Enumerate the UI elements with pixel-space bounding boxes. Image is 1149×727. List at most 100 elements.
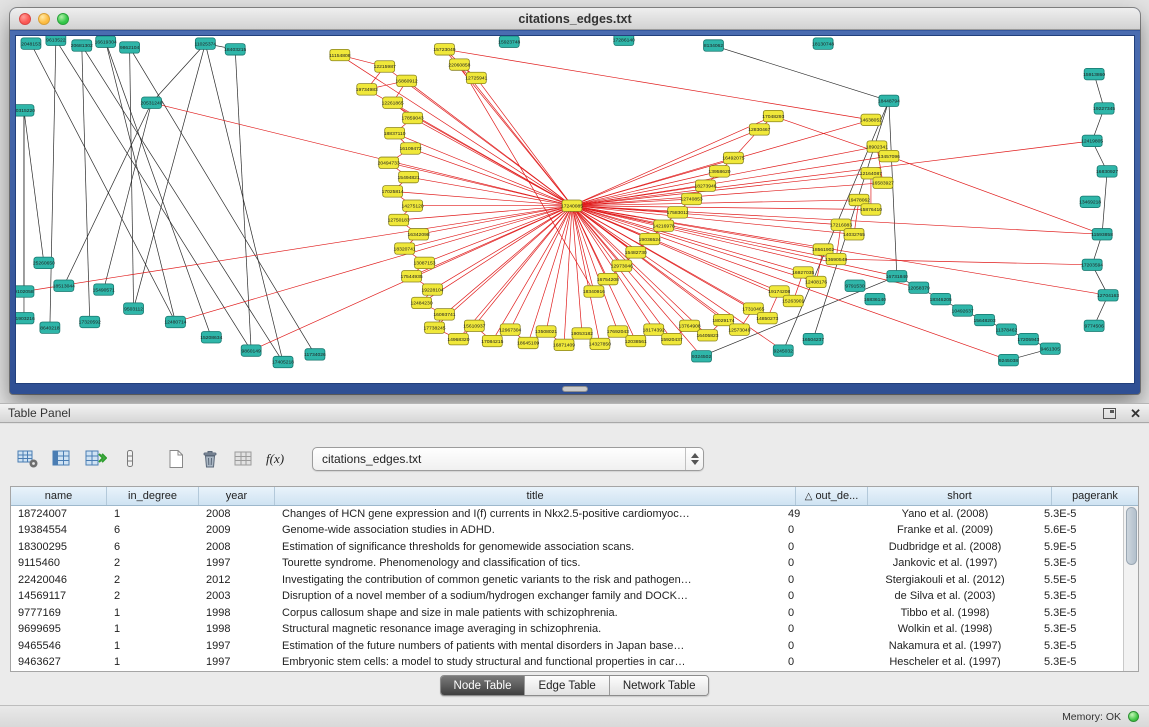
network-node[interactable]: 17240085 [561,200,583,211]
column-header-short[interactable]: short [868,487,1052,505]
network-node[interactable]: 17025814 [382,186,404,197]
scrollbar-thumb[interactable] [1126,507,1137,565]
network-node[interactable]: 12973046 [611,260,633,271]
network-node[interactable]: 19036524 [639,233,661,244]
network-node[interactable]: 14275120 [402,200,424,211]
network-node[interactable]: 16830927 [1096,166,1118,177]
network-node[interactable]: 16871409 [553,339,575,350]
table-row[interactable]: 946554611997Estimation of the future num… [11,638,1123,655]
network-node[interactable]: 18346205 [930,293,952,304]
network-node[interactable]: 12058379 [908,282,930,293]
network-node[interactable]: 20494733 [378,157,400,168]
table-row[interactable]: 1830029562008Estimation of significance … [11,539,1123,556]
network-node[interactable]: 12725941 [465,72,487,83]
network-node[interactable]: 11734026 [304,349,326,360]
network-node[interactable]: 12261865 [382,97,404,108]
add-column-button[interactable] [82,446,110,472]
network-node[interactable]: 17738245 [423,322,445,333]
network-node[interactable]: 15494821 [398,171,420,182]
network-node[interactable]: 17048293 [762,110,784,121]
network-node[interactable]: 17405218 [272,356,294,367]
network-node[interactable]: 17286140 [613,35,635,46]
network-node[interactable]: 17544935 [401,271,423,282]
network-node[interactable]: 16836140 [864,293,886,304]
network-node[interactable]: 12038561 [625,335,647,346]
table-row[interactable]: 911546021997Tourette syndrome. Phenomeno… [11,556,1123,573]
network-node[interactable]: 17692043 [607,326,629,337]
network-node[interactable]: 9613522 [46,35,66,46]
new-document-button[interactable] [162,446,190,472]
network-node[interactable]: 17583012 [667,207,689,218]
table-row[interactable]: 1938455462009Genome-wide association stu… [11,523,1123,540]
network-node[interactable]: 15263901 [782,295,804,306]
network-node[interactable]: 12573049 [728,324,750,335]
network-node[interactable]: 12967304 [499,324,521,335]
close-window-button[interactable] [19,13,31,25]
network-node[interactable]: 16093741 [433,309,455,320]
network-node[interactable]: 15723049 [433,44,455,55]
table-row[interactable]: 2242004622012Investigating the contribut… [11,572,1123,589]
network-node[interactable]: 9774506 [1084,320,1104,331]
network-node[interactable]: 18174392 [643,324,665,335]
network-node[interactable]: 13958620 [708,166,730,177]
network-node[interactable]: 16860912 [396,75,418,86]
window-resize-grip[interactable] [562,386,588,392]
network-node[interactable]: 16109472 [400,143,422,154]
import-table-button[interactable] [230,446,258,472]
network-node[interactable]: 15208634 [200,332,222,343]
network-node[interactable]: 11903216 [15,312,35,323]
table-row[interactable]: 1872400712008Changes of HCN gene express… [11,506,1123,523]
network-canvas[interactable]: 1724008511154808122159871973498316860912… [15,35,1135,384]
tab-edge-table[interactable]: Edge Table [525,676,609,695]
network-node[interactable]: 15913860 [1083,68,1105,79]
network-node[interactable]: 14638052 [860,114,882,125]
network-node[interactable]: 18340916 [583,286,605,297]
network-node[interactable]: 16619304 [95,36,117,47]
network-node[interactable]: 11025374 [194,38,216,49]
table-row[interactable]: 969969511998Structural magnetic resonanc… [11,622,1123,639]
column-header-title[interactable]: title [275,487,796,505]
network-node[interactable]: 15920437 [661,333,683,344]
network-node[interactable]: 9102058 [15,286,34,297]
network-node[interactable]: 14850273 [756,312,778,323]
network-node[interactable]: 14032765 [843,229,865,240]
network-node[interactable]: 11154808 [329,49,351,60]
network-node[interactable]: 18837110 [384,128,406,139]
network-node[interactable]: 15923748 [498,36,520,47]
show-columns-button[interactable] [48,446,76,472]
network-node[interactable]: 13690548 [825,253,847,264]
network-node[interactable]: 17084215 [481,335,503,346]
table-select-dropdown[interactable]: citations_edges.txt [312,447,704,471]
network-node[interactable]: 12484230 [411,297,433,308]
column-header-year[interactable]: year [199,487,275,505]
network-node[interactable]: 17859043 [402,112,424,123]
network-node[interactable]: 13508021 [535,326,557,337]
network-node[interactable]: 18273946 [694,180,716,191]
row-height-button[interactable] [116,446,144,472]
network-node[interactable]: 18513044 [53,280,75,291]
network-node[interactable]: 14968320 [447,333,469,344]
network-node[interactable]: 16754208 [597,273,619,284]
network-node[interactable]: 16492075 [722,152,744,163]
network-node[interactable]: 12830467 [748,124,770,135]
network-node[interactable]: 11378462 [996,324,1018,335]
network-node[interactable]: 12740853 [681,193,703,204]
network-node[interactable]: 16504237 [802,333,824,344]
network-node[interactable]: 14327850 [589,338,611,349]
float-panel-icon[interactable] [1103,408,1116,419]
zoom-window-button[interactable] [57,13,69,25]
network-node[interactable]: 12419805 [1081,135,1103,146]
network-node[interactable]: 18403215 [224,44,246,55]
network-node[interactable]: 13469218 [1079,196,1101,207]
column-header-out-degree[interactable]: △ out_de... [796,487,868,505]
network-node[interactable]: 9245038 [998,354,1018,365]
window-titlebar[interactable]: citations_edges.txt [10,8,1140,30]
network-node[interactable]: 22060858 [448,59,470,70]
network-node[interactable]: 9245032 [773,345,793,356]
network-node[interactable]: 9503112 [124,303,144,314]
network-node[interactable]: 8134062 [704,40,724,51]
network-node[interactable]: 16342098 [408,229,430,240]
network-node[interactable]: 2048153 [21,38,41,49]
delete-button[interactable] [196,446,224,472]
network-node[interactable]: 14216978 [653,220,675,231]
